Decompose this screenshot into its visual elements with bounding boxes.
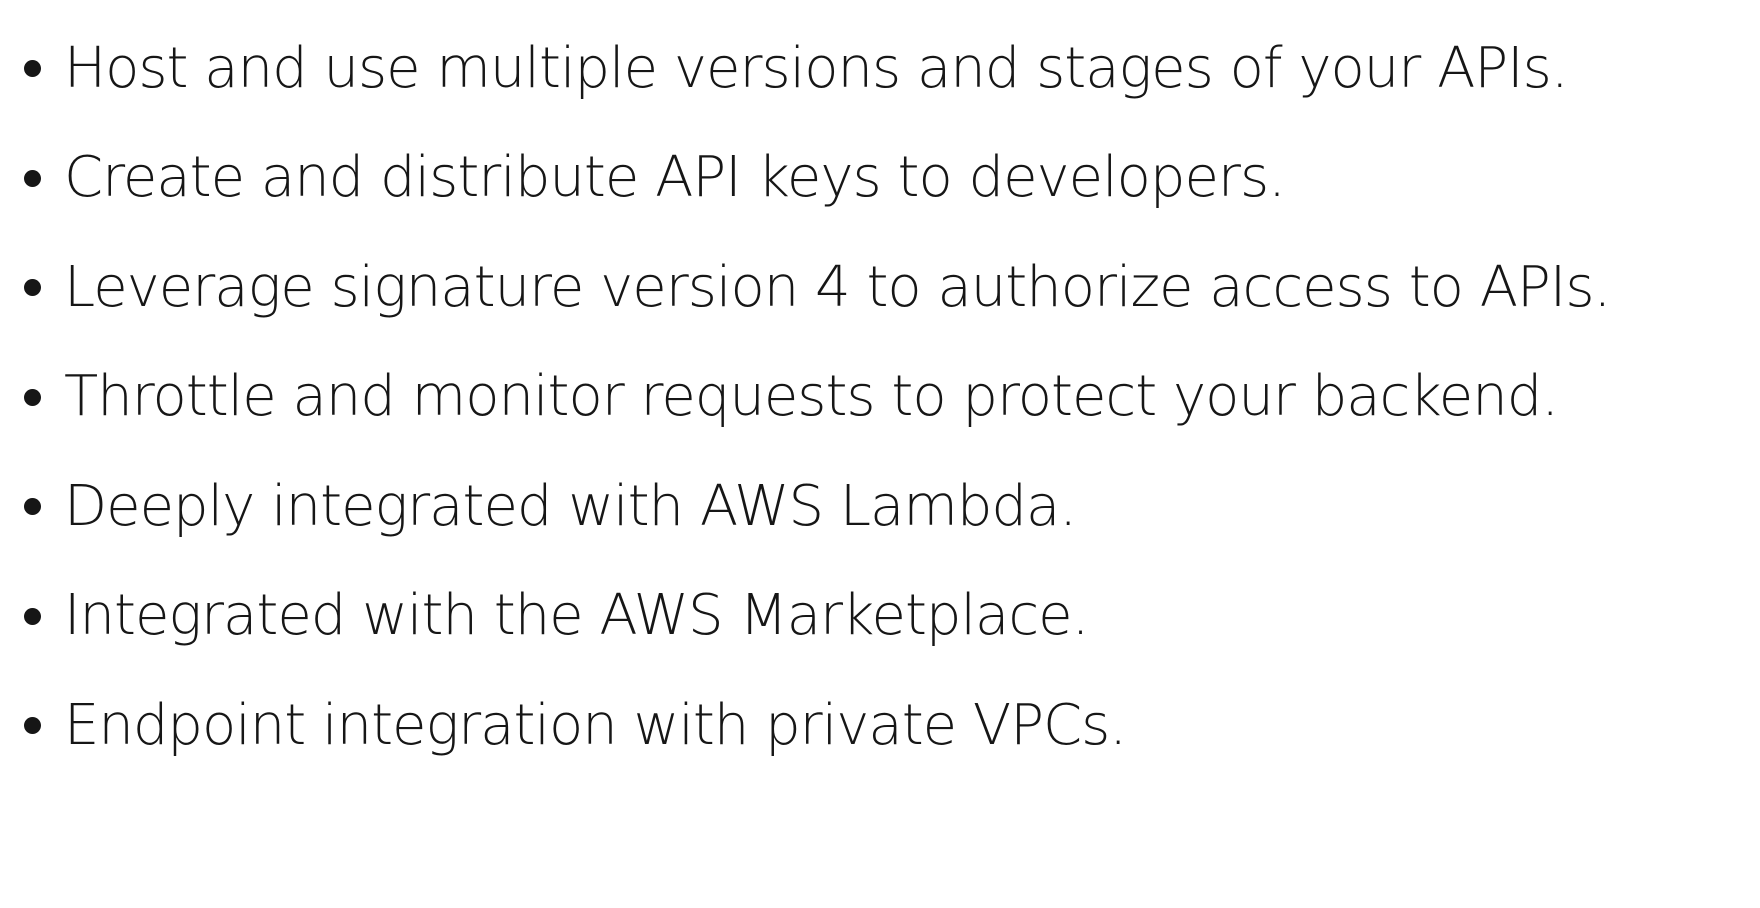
bullet-icon: [24, 607, 41, 625]
bullet-icon: [24, 60, 41, 78]
bullet-icon: [24, 498, 41, 516]
bullet-icon: [24, 717, 41, 735]
bullet-text: Integrated with the AWS Marketplace.: [64, 583, 1089, 649]
bullet-text: Create and distribute API keys to develo…: [64, 145, 1286, 211]
feature-bullet-list: Host and use multiple versions and stage…: [0, 14, 1760, 781]
bullet-text: Host and use multiple versions and stage…: [64, 35, 1569, 101]
list-item: Endpoint integration with private VPCs.: [0, 671, 1760, 781]
bullet-text: Leverage signature version 4 to authoriz…: [64, 254, 1611, 320]
list-item: Throttle and monitor requests to protect…: [0, 343, 1760, 453]
bullet-icon: [24, 169, 41, 187]
bullet-text: Endpoint integration with private VPCs.: [64, 692, 1127, 758]
list-item: Deeply integrated with AWS Lambda.: [0, 452, 1760, 562]
bullet-text: Throttle and monitor requests to protect…: [64, 364, 1559, 430]
bullet-icon: [24, 279, 41, 297]
bullet-text: Deeply integrated with AWS Lambda.: [64, 473, 1077, 539]
list-item: Leverage signature version 4 to authoriz…: [0, 233, 1760, 343]
list-item: Create and distribute API keys to develo…: [0, 124, 1760, 234]
list-item: Integrated with the AWS Marketplace.: [0, 562, 1760, 672]
list-item: Host and use multiple versions and stage…: [0, 14, 1760, 124]
bullet-icon: [24, 388, 41, 406]
